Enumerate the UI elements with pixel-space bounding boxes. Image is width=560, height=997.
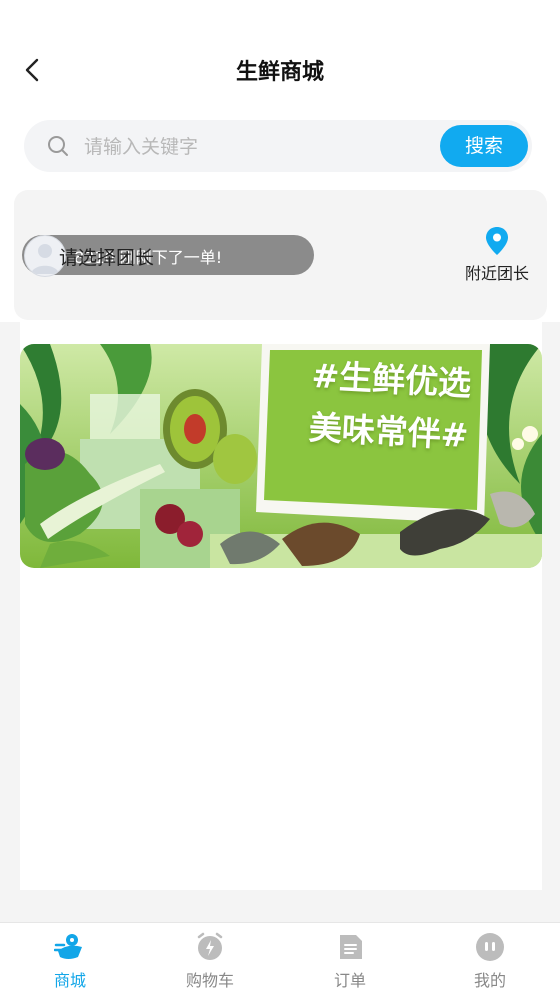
tab-profile[interactable]: 我的 [420, 923, 560, 997]
profile-icon [476, 933, 504, 961]
tab-cart[interactable]: 购物车 [140, 923, 280, 997]
search-button[interactable]: 搜索 [440, 125, 528, 167]
nearby-leader-label: 附近团长 [464, 264, 529, 283]
search-input[interactable] [82, 130, 446, 164]
tab-orders[interactable]: 订单 [280, 923, 420, 997]
tab-orders-label: 订单 [333, 971, 366, 990]
shop-icon [54, 934, 82, 959]
banner-line-2: 美味常伴# [307, 407, 470, 456]
tab-profile-label: 我的 [473, 971, 506, 990]
order-icon [340, 935, 362, 959]
banner-text: #生鲜优选 美味常伴# [287, 349, 492, 463]
bottom-tab-bar: 商城 购物车 订单 我的 [0, 922, 560, 997]
leader-card[interactable]: 8310 刚刚下了一单! 请选择团长 附近团长 [14, 190, 547, 320]
navigation-bar: 生鲜商城 [0, 40, 560, 100]
select-leader-label[interactable]: 请选择团长 [59, 243, 154, 270]
tab-shop-label: 商城 [53, 971, 86, 990]
tab-cart-label: 购物车 [185, 971, 234, 990]
promo-banner[interactable]: #生鲜优选 美味常伴# [20, 344, 542, 568]
page-title: 生鲜商城 [235, 60, 324, 85]
search-bar: 搜索 [24, 120, 532, 172]
cart-icon [197, 932, 223, 960]
location-pin-icon [486, 227, 508, 255]
search-icon [48, 136, 68, 156]
nearby-leader-button[interactable]: 附近团长 [461, 226, 533, 284]
tab-shop[interactable]: 商城 [0, 923, 140, 997]
